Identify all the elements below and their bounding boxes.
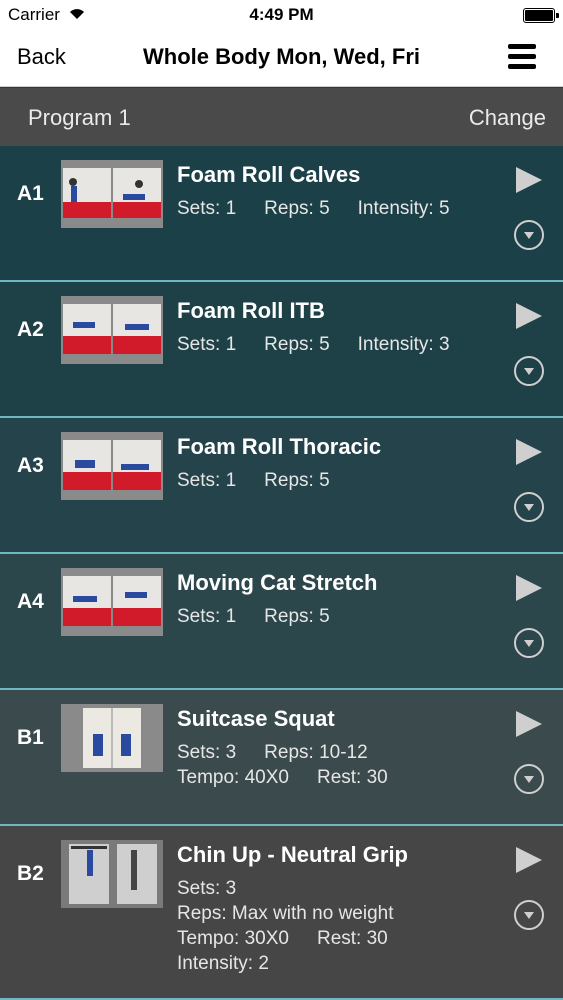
detail-value: Reps: 10-12 [264, 742, 368, 763]
detail-value: Reps: 5 [264, 606, 330, 627]
exercise-code: A4 [17, 590, 44, 613]
exercise-name: Chin Up - Neutral Grip [177, 842, 408, 867]
battery-icon [523, 8, 559, 23]
detail-line: Sets: 3 [177, 876, 394, 901]
exercise-thumbnail[interactable] [61, 160, 163, 228]
detail-value: Intensity: 5 [357, 198, 450, 219]
exercise-row[interactable]: B1 Suitcase Squat Sets: 3 Reps: 10-12 Tempo:… [0, 690, 563, 826]
exercise-name: Foam Roll Calves [177, 162, 361, 187]
exercise-thumbnail[interactable] [61, 840, 163, 908]
detail-value: Reps: Max with no weight [177, 903, 394, 924]
play-icon[interactable] [516, 711, 542, 737]
exercise-thumbnail[interactable] [61, 568, 163, 636]
exercise-details: Sets: 1 Reps: 5 Intensity: 3 [177, 332, 450, 357]
detail-value: Sets: 1 [177, 198, 237, 219]
exercise-name: Moving Cat Stretch [177, 570, 378, 595]
detail-value: Sets: 1 [177, 334, 237, 355]
exercise-details: Sets: 1 Reps: 5 Intensity: 5 [177, 196, 450, 221]
change-program-button[interactable]: Change [469, 105, 546, 131]
chevron-down-circle-icon[interactable] [514, 900, 544, 930]
navigation-bar: Back Whole Body Mon, Wed, Fri [0, 30, 563, 87]
exercise-row[interactable]: A3 Foam Roll Thoracic Sets: 1 Reps: 5 [0, 418, 563, 554]
exercise-list: A1 Foam Roll Calves Sets: 1 Reps: 5 Intensit… [0, 146, 563, 1000]
detail-value: Reps: 5 [264, 470, 330, 491]
status-bar: Carrier 4:49 PM [0, 0, 563, 30]
chevron-down-circle-icon[interactable] [514, 628, 544, 658]
chevron-down-circle-icon[interactable] [514, 492, 544, 522]
play-icon[interactable] [516, 167, 542, 193]
exercise-name: Foam Roll ITB [177, 298, 325, 323]
detail-value: Intensity: 2 [177, 953, 269, 974]
status-time: 4:49 PM [249, 5, 314, 24]
detail-value: Rest: 30 [316, 767, 388, 788]
exercise-details: Sets: 1 Reps: 5 [177, 604, 330, 629]
detail-line: Reps: Max with no weight [177, 901, 394, 926]
exercise-details: Sets: 3 Reps: 10-12 Tempo: 40X0 Rest: 30 [177, 740, 388, 790]
page-title: Whole Body Mon, Wed, Fri [142, 44, 421, 69]
chevron-down-circle-icon[interactable] [514, 356, 544, 386]
detail-line: Sets: 1 Reps: 5 Intensity: 3 [177, 332, 450, 357]
exercise-row[interactable]: A4 Moving Cat Stretch Sets: 1 Reps: 5 [0, 554, 563, 690]
exercise-row[interactable]: B2 Chin Up - Neutral Grip Sets: 3 Reps: Max… [0, 826, 563, 1000]
exercise-code: A3 [17, 454, 44, 477]
detail-value: Sets: 1 [177, 470, 237, 491]
detail-value: Intensity: 3 [357, 334, 450, 355]
exercise-code: A2 [17, 318, 44, 341]
detail-value: Sets: 3 [177, 742, 237, 763]
detail-value: Reps: 5 [264, 334, 330, 355]
detail-value: Sets: 3 [177, 878, 237, 899]
exercise-thumbnail[interactable] [61, 432, 163, 500]
detail-line: Sets: 1 Reps: 5 [177, 468, 330, 493]
detail-line: Intensity: 2 [177, 951, 394, 976]
exercise-details: Sets: 3 Reps: Max with no weight Tempo: 30… [177, 876, 394, 976]
play-icon[interactable] [516, 847, 542, 873]
detail-value: Rest: 30 [316, 928, 388, 949]
exercise-code: B2 [17, 862, 44, 885]
chevron-down-circle-icon[interactable] [514, 220, 544, 250]
hamburger-menu-icon[interactable] [508, 42, 536, 72]
detail-line: Sets: 1 Reps: 5 Intensity: 5 [177, 196, 450, 221]
exercise-name: Foam Roll Thoracic [177, 434, 382, 459]
detail-line: Sets: 1 Reps: 5 [177, 604, 330, 629]
detail-value: Reps: 5 [264, 198, 330, 219]
detail-line: Sets: 3 Reps: 10-12 [177, 740, 388, 765]
exercise-code: B1 [17, 726, 44, 749]
chevron-down-circle-icon[interactable] [514, 764, 544, 794]
exercise-details: Sets: 1 Reps: 5 [177, 468, 330, 493]
exercise-row[interactable]: A1 Foam Roll Calves Sets: 1 Reps: 5 Intensit… [0, 146, 563, 282]
detail-line: Tempo: 40X0 Rest: 30 [177, 765, 388, 790]
exercise-row[interactable]: A2 Foam Roll ITB Sets: 1 Reps: 5 Intensity: … [0, 282, 563, 418]
program-label: Program 1 [28, 105, 131, 130]
exercise-thumbnail[interactable] [61, 296, 163, 364]
exercise-code: A1 [17, 182, 44, 205]
detail-value: Tempo: 40X0 [177, 767, 289, 788]
exercise-thumbnail[interactable] [61, 704, 163, 772]
detail-value: Tempo: 30X0 [177, 928, 289, 949]
exercise-name: Suitcase Squat [177, 706, 335, 731]
play-icon[interactable] [516, 575, 542, 601]
play-icon[interactable] [516, 439, 542, 465]
detail-value: Sets: 1 [177, 606, 237, 627]
play-icon[interactable] [516, 303, 542, 329]
detail-line: Tempo: 30X0 Rest: 30 [177, 926, 394, 951]
program-bar: Program 1 Change [0, 88, 563, 146]
